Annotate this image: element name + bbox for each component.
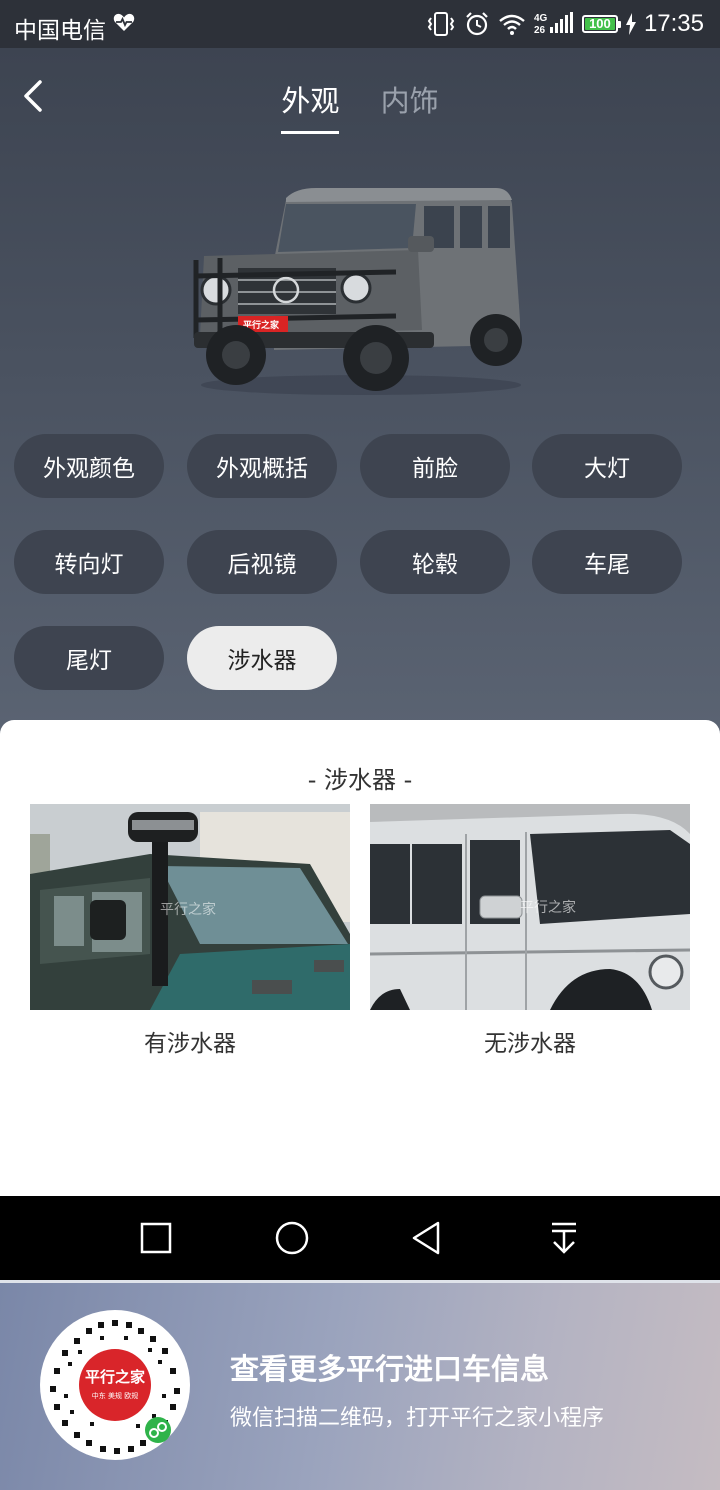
chip-exterior-overview[interactable]: 外观概括 (187, 434, 337, 498)
triangle-nav-icon[interactable] (408, 1218, 448, 1258)
chip-mirror[interactable]: 后视镜 (187, 530, 337, 594)
chip-wheel[interactable]: 轮毂 (360, 530, 510, 594)
svg-text:中东 美规 欧规: 中东 美规 欧规 (92, 1391, 138, 1400)
mini-program-qr-code[interactable]: 平行之家 中东 美规 欧规 (40, 1310, 190, 1460)
chip-snorkel[interactable]: 涉水器 (187, 626, 337, 690)
battery-level: 100 (589, 16, 611, 31)
promo-title: 查看更多平行进口车信息 (230, 1352, 550, 1386)
section-title: - 涉水器 - (307, 766, 413, 794)
battery-icon: 100 (581, 15, 621, 33)
compare-item-without-snorkel[interactable]: 平行之家 无涉水器 (370, 804, 690, 1058)
svg-text:4G: 4G (534, 13, 548, 24)
without-snorkel-photo: 平行之家 (370, 804, 690, 1010)
chip-turn-signal[interactable]: 转向灯 (14, 530, 164, 594)
chip-rear[interactable]: 车尾 (532, 530, 682, 594)
svg-text:平行之家: 平行之家 (520, 899, 576, 916)
square-nav-icon[interactable] (136, 1218, 176, 1258)
circle-nav-icon[interactable] (272, 1218, 312, 1258)
alarm-icon (466, 12, 488, 36)
compare-item-with-snorkel[interactable]: 平行之家 有涉水器 (30, 804, 350, 1058)
detail-panel: - 涉水器 - 平行之家 有涉水器 平行之家 无涉水器 (0, 720, 720, 1196)
tab-bar: 外观 内饰 (0, 78, 720, 134)
svg-text:平行之家: 平行之家 (85, 1368, 145, 1386)
car-image: 平行之家 (193, 188, 522, 395)
promo-banner: 平行之家 中东 美规 欧规 查看更多平行进口车信息 微信扫描二维码，打开平行之家… (0, 1280, 720, 1490)
divider (0, 1280, 720, 1283)
with-snorkel-photo: 平行之家 (30, 804, 350, 1010)
status-bar: 中国电信 4G 26 100 17:35 (0, 0, 720, 48)
status-icons: 4G 26 100 17:35 (426, 10, 704, 38)
chip-front-face[interactable]: 前脸 (360, 434, 510, 498)
heart-icon (113, 13, 135, 31)
wifi-icon (499, 14, 525, 35)
tab-interior[interactable]: 内饰 (381, 78, 439, 134)
download-nav-icon[interactable] (544, 1218, 584, 1258)
system-nav-bar (0, 1196, 720, 1280)
chip-taillight[interactable]: 尾灯 (14, 626, 164, 690)
signal-icon: 4G 26 (534, 12, 573, 36)
mini-program-icon (145, 1417, 171, 1443)
chip-headlight[interactable]: 大灯 (532, 434, 682, 498)
promo-subtitle: 微信扫描二维码，打开平行之家小程序 (230, 1406, 605, 1431)
clock: 17:35 (643, 10, 704, 37)
svg-text:平行之家: 平行之家 (160, 901, 216, 918)
vibrate-icon (427, 12, 455, 36)
tab-exterior[interactable]: 外观 (281, 78, 340, 134)
with-snorkel-caption: 有涉水器 (144, 1031, 236, 1057)
carrier-label: 中国电信 (14, 18, 106, 44)
chip-exterior-color[interactable]: 外观颜色 (14, 434, 164, 498)
gallery-header: 外观 内饰 平行之家 外观颜色 外观概括 前脸 大灯 转向灯 后视镜 轮毂 车尾… (0, 48, 720, 748)
svg-text:26: 26 (534, 25, 546, 36)
without-snorkel-caption: 无涉水器 (484, 1031, 576, 1057)
charging-icon (625, 13, 636, 35)
